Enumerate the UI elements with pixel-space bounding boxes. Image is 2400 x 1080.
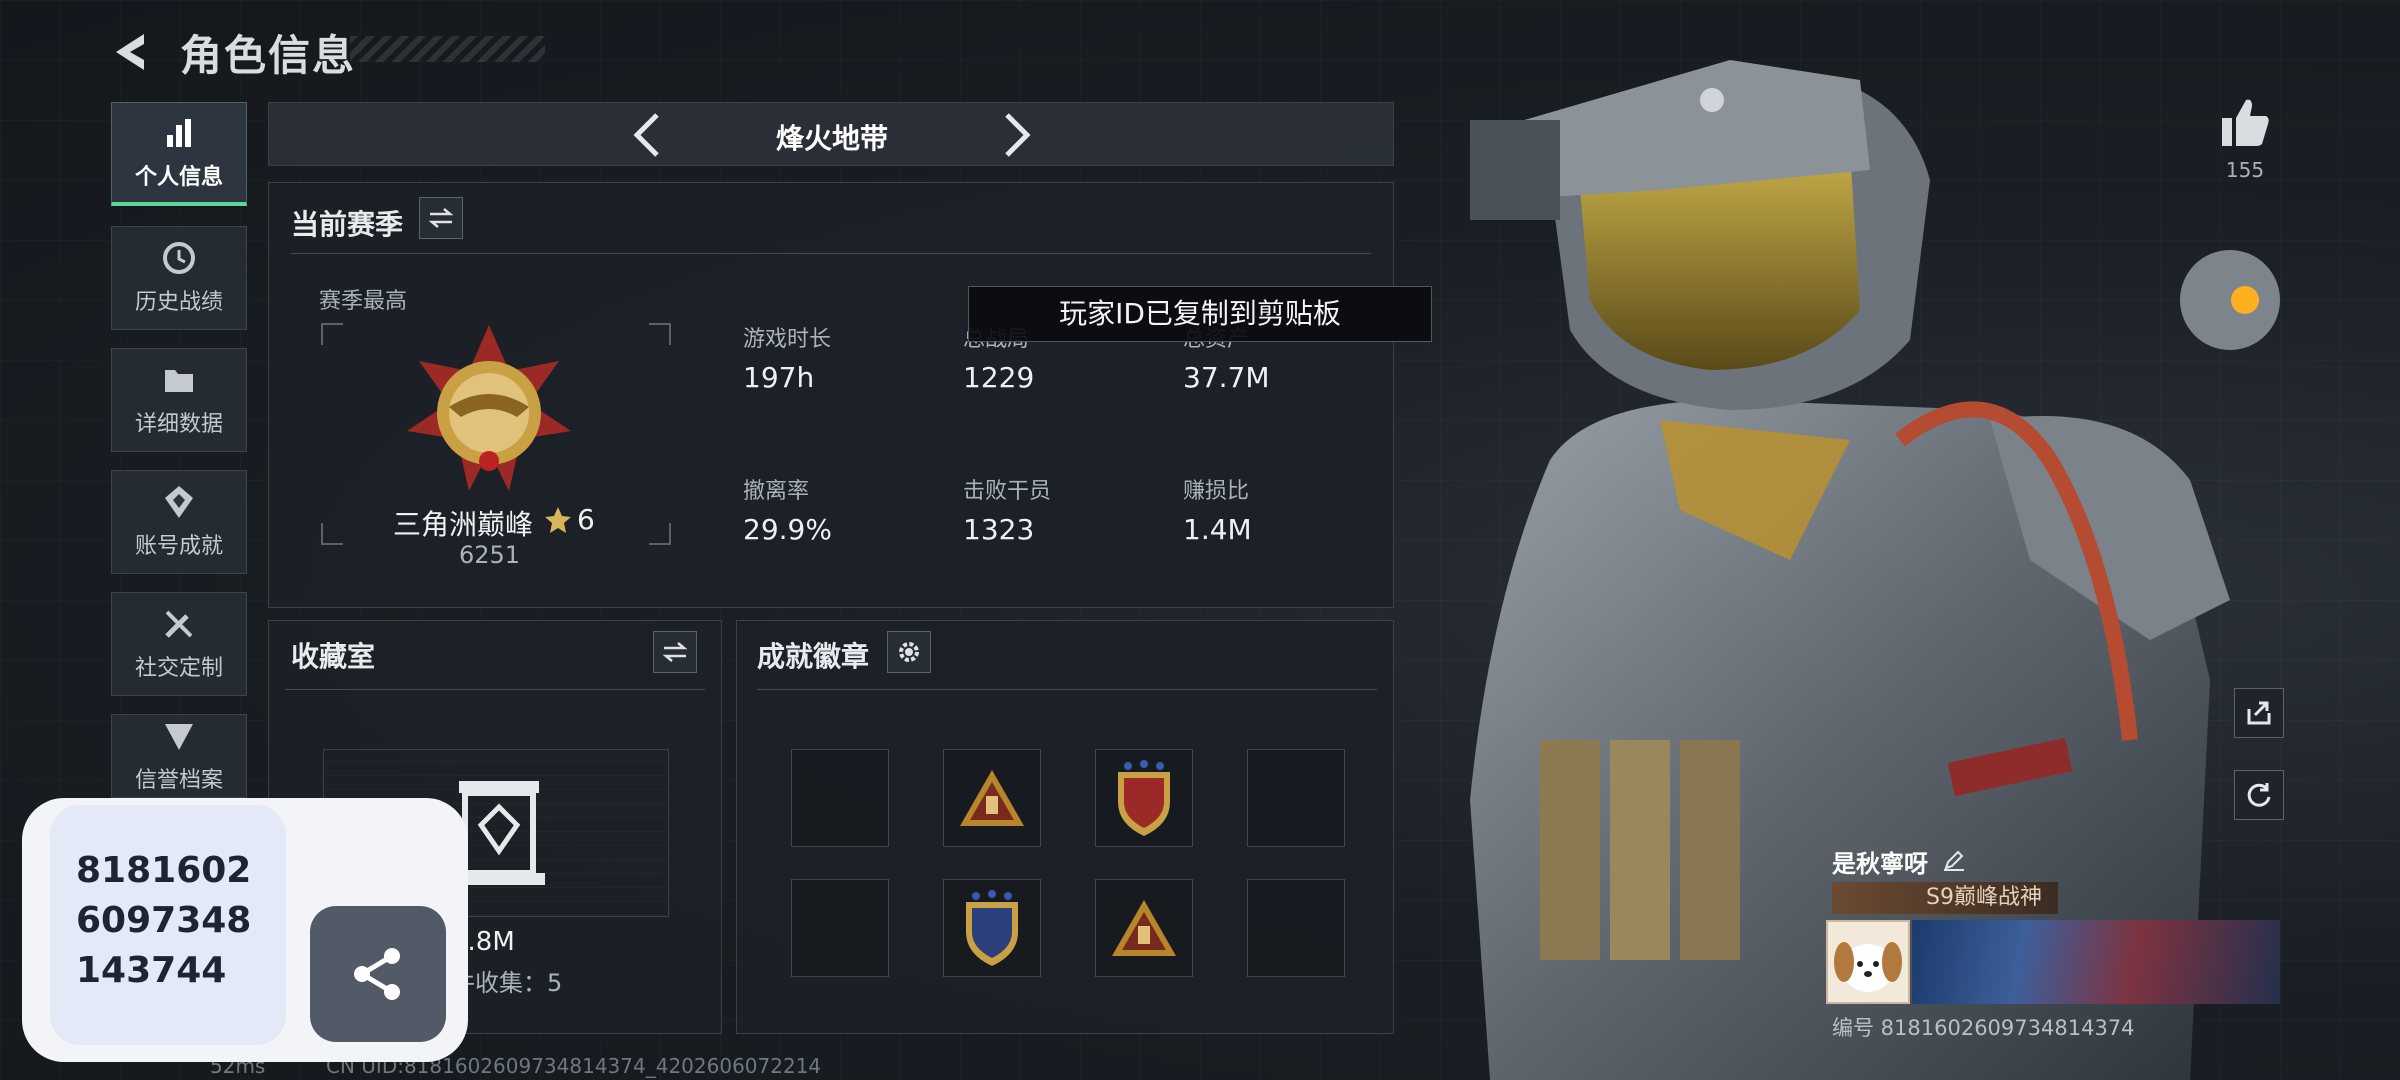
frame-corner (321, 323, 343, 345)
rank-score: 6251 (459, 541, 521, 569)
stat-value: 29.9% (743, 513, 832, 546)
shield-badge-icon (966, 890, 1018, 966)
chevron-right-icon[interactable] (993, 111, 1037, 159)
season-panel: 当前赛季 赛季最高 三角洲巅峰 6 6251 游戏时长 197h 总战局 122… (268, 182, 1394, 608)
copy-toast: 玩家ID已复制到剪贴板 (968, 286, 1432, 342)
stat-label: 赚损比 (1183, 479, 1250, 504)
season-best-label: 赛季最高 (319, 289, 408, 314)
sidebar-item-achievements[interactable]: 账号成就 (111, 470, 247, 574)
frame-corner (321, 523, 343, 545)
triangle-badge-icon (960, 770, 1024, 826)
rank-stars: 6 (577, 503, 595, 536)
back-arrow-icon[interactable] (110, 30, 154, 74)
badges-panel: 成就徽章 (736, 620, 1394, 1034)
shield-badge-icon (1118, 760, 1170, 836)
stat-label: 撤离率 (743, 479, 810, 504)
like-count: 155 (2225, 158, 2265, 182)
triangle-badge-icon (1112, 900, 1176, 956)
star-icon (545, 507, 571, 533)
stat-label: 击败干员 (963, 479, 1052, 504)
badges-settings-button[interactable] (887, 631, 931, 673)
avatar[interactable] (1826, 920, 1910, 1004)
season-switch-button[interactable] (419, 197, 463, 239)
stat-label: 游戏时长 (743, 327, 832, 352)
player-card-banner (1912, 920, 2280, 1004)
mode-selector: 烽火地带 (268, 102, 1394, 166)
frame-corner (649, 523, 671, 545)
rank-emblem-icon (407, 325, 571, 491)
divider (291, 253, 1371, 254)
rank-name: 三角洲巅峰 (393, 508, 534, 541)
edit-pencil-icon[interactable] (1942, 848, 1966, 872)
stat-value: 37.7M (1183, 361, 1270, 394)
sidebar-item-social[interactable]: 社交定制 (111, 592, 247, 696)
sidebar-item-reputation[interactable]: 信誉档案 (111, 714, 247, 798)
page-title: 角色信息 (180, 31, 357, 80)
season-title: 当前赛季 (291, 208, 404, 241)
badge-slot[interactable] (1095, 879, 1193, 977)
sidebar-item-label: 历史战绩 (134, 290, 223, 315)
mode-name: 烽火地带 (775, 122, 888, 155)
badge-slot[interactable] (943, 749, 1041, 847)
stat-value: 1.4M (1183, 513, 1252, 546)
sidebar-item-label: 个人信息 (134, 164, 223, 190)
badge-slot[interactable] (1247, 749, 1345, 847)
player-name: 是秋寧呀 (1832, 850, 1928, 878)
share-icon (354, 948, 400, 1000)
swap-icon (428, 208, 454, 228)
stat-value: 1229 (963, 361, 1035, 394)
title-decoration (350, 36, 545, 62)
achievement-icon (165, 486, 193, 518)
sidebar-item-history[interactable]: 历史战绩 (111, 226, 247, 330)
sidebar-item-label: 账号成就 (134, 534, 223, 559)
share-export-icon (2247, 701, 2271, 725)
badge-slot[interactable] (1247, 879, 1345, 977)
clipboard-text: 8181602 6097348 143744 (76, 850, 252, 991)
gear-icon (899, 642, 919, 662)
refresh-icon (2247, 783, 2271, 807)
badge-slot[interactable] (943, 879, 1041, 977)
share-export-button[interactable] (2234, 688, 2284, 738)
tools-icon (165, 610, 193, 638)
dog-avatar-icon (1834, 942, 1902, 992)
frame-corner (649, 323, 671, 345)
folder-icon (165, 370, 193, 392)
badge-slot[interactable] (1095, 749, 1193, 847)
swap-icon (662, 642, 688, 662)
player-id[interactable]: 编号 8181602609734814374 (1832, 1012, 2135, 1042)
refresh-button[interactable] (2234, 770, 2284, 820)
badges-title: 成就徽章 (757, 640, 870, 673)
collection-title: 收藏室 (291, 640, 376, 673)
collection-switch-button[interactable] (653, 631, 697, 673)
history-clock-icon (163, 242, 195, 274)
sidebar-item-details[interactable]: 详细数据 (111, 348, 247, 452)
stat-value: 1323 (963, 513, 1035, 546)
stat-value: 197h (743, 361, 815, 394)
sidebar-item-label: 详细数据 (134, 412, 223, 437)
divider (757, 689, 1377, 690)
divider (285, 689, 705, 690)
badge-slot[interactable] (791, 749, 889, 847)
sidebar-item-label: 信誉档案 (134, 768, 223, 793)
share-button[interactable] (310, 906, 446, 1042)
bar-chart-icon (167, 118, 191, 147)
shield-icon (165, 724, 193, 750)
player-title-tag: S9巅峰战神 (1832, 882, 2058, 914)
thumbs-up-icon[interactable] (2218, 96, 2272, 148)
sidebar-item-profile[interactable]: 个人信息 (111, 102, 247, 206)
badge-slot[interactable] (791, 879, 889, 977)
sidebar-item-label: 社交定制 (134, 656, 223, 681)
